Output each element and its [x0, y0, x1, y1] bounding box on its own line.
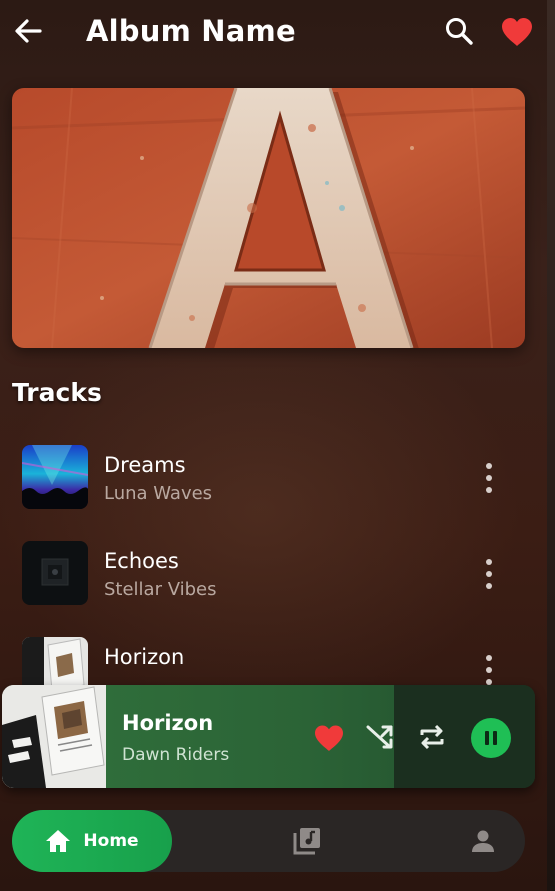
- window-edge: [547, 0, 555, 891]
- dark-box-thumbnail-image: [22, 541, 88, 605]
- now-playing-info-bg: [106, 685, 394, 788]
- shuffle-icon: [366, 725, 393, 749]
- repeat-icon: [420, 724, 444, 750]
- more-vert-icon: [486, 463, 492, 469]
- pause-icon: [483, 731, 499, 745]
- album-screen: Album Name Tracks Dreams Luna Waves Echo…: [0, 0, 555, 891]
- nav-library-button[interactable]: [292, 826, 322, 856]
- page-title: Album Name: [86, 14, 296, 48]
- track-row[interactable]: Dreams Luna Waves: [22, 445, 512, 511]
- more-options-button[interactable]: [480, 655, 498, 685]
- tracks-heading: Tracks: [12, 378, 102, 407]
- home-icon: [46, 830, 71, 852]
- now-playing-artist: Dawn Riders: [122, 745, 230, 765]
- back-button[interactable]: [12, 14, 44, 48]
- album-cover: [12, 88, 525, 348]
- search-icon: [446, 18, 473, 45]
- album-cover-art: [12, 88, 525, 348]
- arrow-left-icon: [15, 19, 42, 43]
- search-button[interactable]: [442, 14, 476, 48]
- more-options-button[interactable]: [480, 463, 498, 493]
- bottom-navigation: Home: [12, 810, 525, 872]
- track-title: Dreams: [104, 453, 186, 477]
- nav-home-label: Home: [83, 831, 139, 851]
- nav-home-button[interactable]: Home: [12, 810, 172, 872]
- profile-icon: [472, 830, 494, 852]
- like-button[interactable]: [312, 723, 346, 753]
- library-icon: [293, 828, 320, 855]
- track-artist: Stellar Vibes: [104, 579, 217, 600]
- now-playing-title: Horizon: [122, 711, 214, 735]
- shuffle-button[interactable]: [364, 721, 396, 753]
- more-vert-icon: [486, 559, 492, 565]
- pause-button[interactable]: [471, 718, 511, 758]
- more-vert-icon: [486, 655, 492, 661]
- now-playing-bar[interactable]: Horizon Dawn Riders: [2, 685, 535, 788]
- favorite-album-button[interactable]: [498, 14, 536, 50]
- now-playing-artwork: [2, 685, 106, 788]
- track-title: Echoes: [104, 549, 179, 573]
- heart-icon: [315, 725, 343, 751]
- concert-thumbnail-image: [22, 445, 88, 509]
- repeat-button[interactable]: [416, 721, 448, 753]
- heart-icon: [502, 18, 532, 46]
- track-artist: Luna Waves: [104, 483, 213, 504]
- app-header: Album Name: [0, 0, 555, 68]
- track-title: Horizon: [104, 645, 185, 669]
- track-row[interactable]: Echoes Stellar Vibes: [22, 541, 512, 607]
- nav-profile-button[interactable]: [470, 828, 496, 854]
- print-artwork-image: [2, 685, 106, 788]
- track-thumbnail: [22, 541, 88, 605]
- track-thumbnail: [22, 445, 88, 509]
- more-options-button[interactable]: [480, 559, 498, 589]
